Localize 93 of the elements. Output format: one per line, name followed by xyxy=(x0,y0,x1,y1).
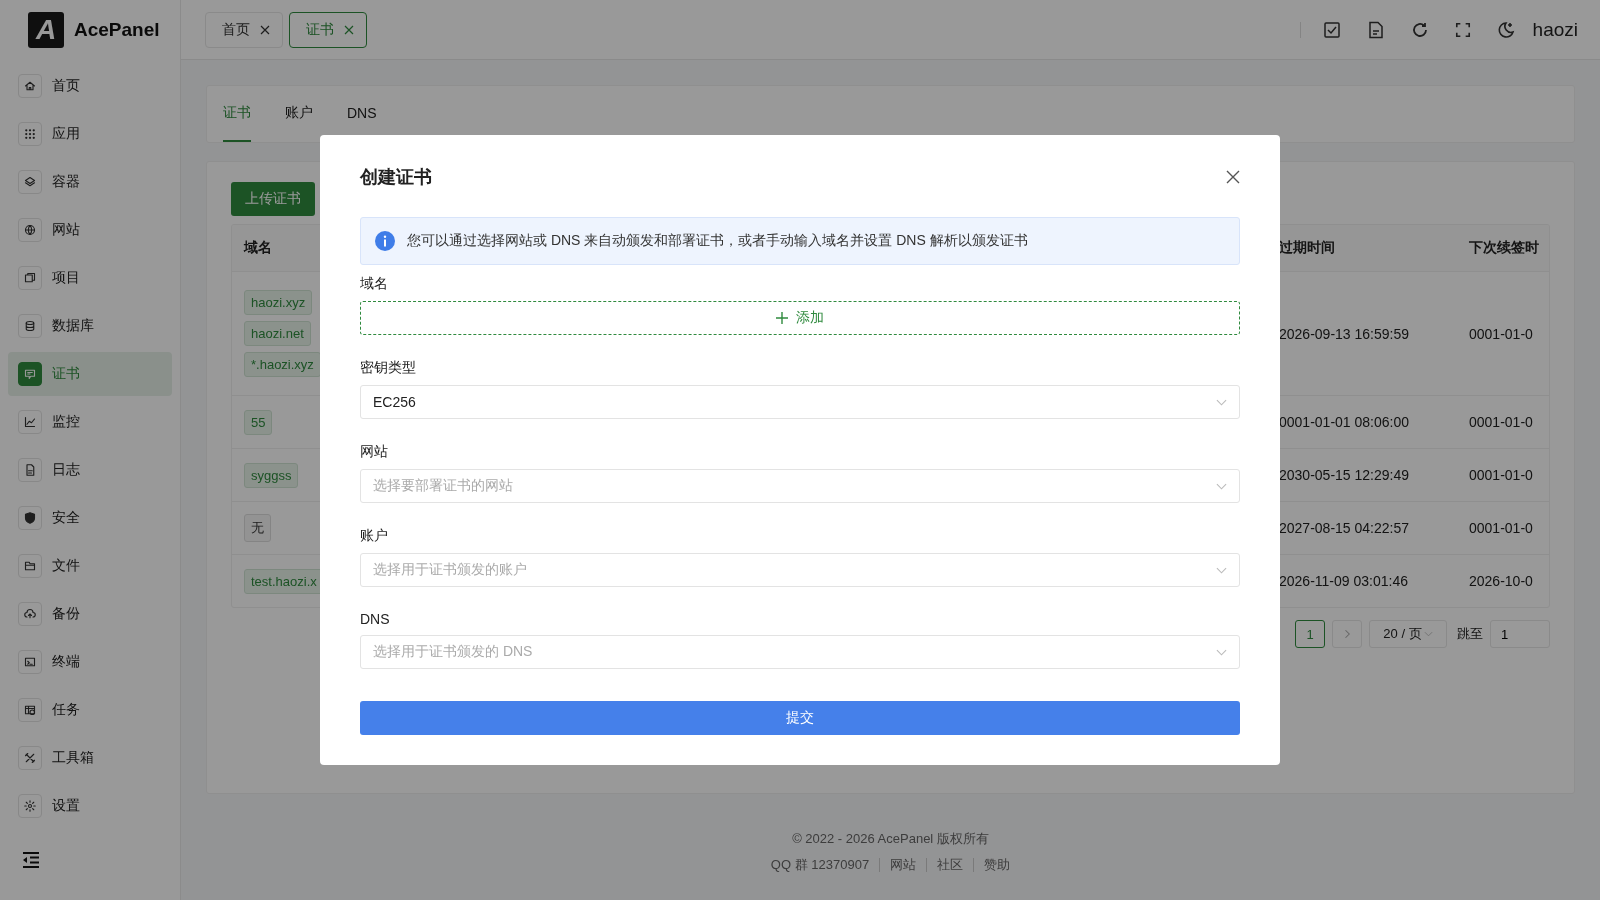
close-icon[interactable] xyxy=(260,24,270,35)
field-label: DNS xyxy=(360,611,391,627)
sidebar-item[interactable]: 数据库 xyxy=(8,304,172,348)
sidebar-item[interactable]: 终端 xyxy=(8,640,172,684)
sidebar-item[interactable]: 网站 xyxy=(8,208,172,252)
sidebar-item[interactable]: 设置 xyxy=(8,784,172,828)
chevron-down-icon xyxy=(1423,631,1433,637)
sidebar-item[interactable]: 工具箱 xyxy=(8,736,172,780)
collapse-menu-icon[interactable] xyxy=(22,852,40,868)
footer-link[interactable]: 社区 xyxy=(937,856,964,874)
add-button[interactable]: 添加 xyxy=(360,301,1240,335)
sidebar-item[interactable]: 任务 xyxy=(8,688,172,732)
table-cell-text: 0001-01-0 xyxy=(1469,325,1534,342)
domain-tag: haozi.xyz xyxy=(244,290,313,315)
terminal-icon xyxy=(18,650,42,674)
page-tab[interactable]: 首页 xyxy=(205,11,283,48)
upload-button[interactable]: 上传证书 xyxy=(231,182,315,216)
calendar-icon xyxy=(18,698,42,722)
domain-tag: 无 xyxy=(244,514,271,542)
chevron-down-icon xyxy=(1216,482,1227,490)
copyright-text: © 2022 - 2026 AcePanel 版权所有 xyxy=(792,830,989,848)
home-icon xyxy=(18,74,42,98)
layers-icon xyxy=(18,170,42,194)
table-cell-text: 2026-10-0 xyxy=(1469,573,1534,589)
column-header: 域名 xyxy=(244,239,272,257)
logo-icon: A xyxy=(28,12,64,48)
table-cell-text: 2027-08-15 04:22:57 xyxy=(1279,520,1410,536)
field-label: 网站 xyxy=(360,443,389,461)
table-cell-text: 0001-01-0 xyxy=(1469,520,1534,536)
table-cell-text: 2030-05-15 12:29:49 xyxy=(1279,467,1410,483)
tab[interactable]: 账户 xyxy=(285,86,313,142)
shield-icon xyxy=(18,506,42,530)
database-icon xyxy=(18,314,42,338)
moon-icon[interactable] xyxy=(1496,20,1515,39)
sidebar-item[interactable]: 安全 xyxy=(8,496,172,540)
sidebar-item[interactable]: 日志 xyxy=(8,448,172,492)
document-icon xyxy=(18,458,42,482)
field-label: 密钥类型 xyxy=(360,359,417,377)
plus-icon xyxy=(776,312,788,324)
column-header: 下次续签时 xyxy=(1469,239,1539,257)
fullscreen-icon[interactable] xyxy=(1454,21,1471,38)
table-cell-text: 0001-01-0 xyxy=(1469,467,1534,483)
sidebar-item[interactable]: 文件 xyxy=(8,544,172,588)
page-size-select[interactable]: 20 / 页 xyxy=(1369,620,1447,648)
sidebar-item[interactable]: 首页 xyxy=(8,64,172,108)
user-name[interactable]: haozi xyxy=(1532,18,1578,41)
app-name: AcePanel xyxy=(74,19,160,41)
sidebar-item[interactable]: 备份 xyxy=(8,592,172,636)
domain-tag: 55 xyxy=(244,409,273,435)
jump-input[interactable]: 1 xyxy=(1490,620,1550,648)
field-label: 账户 xyxy=(360,527,389,545)
table-cell-text: 2026-11-09 03:01:46 xyxy=(1279,573,1409,589)
footer-link[interactable]: QQ 群 12370907 xyxy=(770,856,870,874)
table-cell-text: 0001-01-01 08:06:00 xyxy=(1279,414,1410,430)
chart-icon xyxy=(18,410,42,434)
sidebar-item[interactable]: 项目 xyxy=(8,256,172,300)
window-icon xyxy=(18,266,42,290)
tools-icon xyxy=(18,746,42,770)
chevron-down-icon xyxy=(1216,398,1227,406)
close-icon[interactable] xyxy=(344,24,354,35)
tab[interactable]: 证书 xyxy=(223,86,251,142)
document-icon[interactable] xyxy=(1366,20,1385,39)
submit-button[interactable]: 提交 xyxy=(360,701,1240,735)
alert-text: 您可以通过选择网站或 DNS 来自动颁发和部署证书，或者手动输入域名并设置 DNS 解析以颁发证书 xyxy=(407,232,1028,250)
chevron-right-icon xyxy=(1344,629,1350,639)
domain-tag: haozi.net xyxy=(244,321,311,346)
table-cell-text: 0001-01-0 xyxy=(1469,414,1534,430)
footer-link[interactable]: 网站 xyxy=(890,856,917,874)
settings-icon xyxy=(18,794,42,818)
page-button[interactable]: 1 xyxy=(1295,620,1325,648)
table-cell-text: 2026-09-13 16:59:59 xyxy=(1279,325,1410,342)
info-icon xyxy=(375,231,395,251)
sidebar-item[interactable]: 容器 xyxy=(8,160,172,204)
grid-icon xyxy=(18,122,42,146)
checkbox-icon[interactable] xyxy=(1322,20,1341,39)
page-tab[interactable]: 证书 xyxy=(289,11,367,48)
close-icon[interactable] xyxy=(1226,170,1240,184)
sidebar-item[interactable]: 应用 xyxy=(8,112,172,156)
globe-icon xyxy=(18,218,42,242)
chevron-down-icon xyxy=(1216,648,1227,656)
folder-icon xyxy=(18,554,42,578)
dialog-title: 创建证书 xyxy=(360,166,432,189)
domain-tag: *.haozi.xyz xyxy=(244,352,321,377)
column-header: 过期时间 xyxy=(1279,239,1335,257)
footer-link[interactable]: 赞助 xyxy=(984,856,1011,874)
domain-tag: syggss xyxy=(244,462,299,488)
select-field[interactable]: EC256 xyxy=(360,385,1240,419)
sidebar-item[interactable]: 监控 xyxy=(8,400,172,444)
cloud-icon xyxy=(18,602,42,626)
refresh-icon[interactable] xyxy=(1410,20,1429,39)
field-label: 域名 xyxy=(360,275,389,293)
chevron-down-icon xyxy=(1216,566,1227,574)
jump-label: 跳至 xyxy=(1457,625,1483,643)
